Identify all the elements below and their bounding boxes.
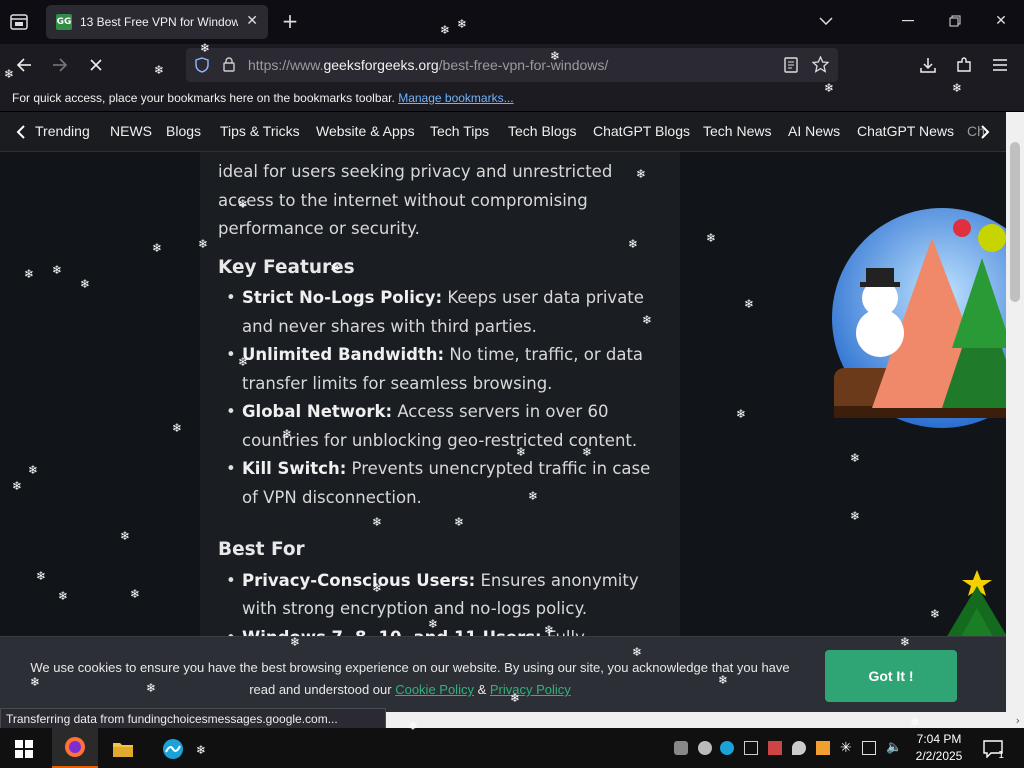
- feature-title: Global Network:: [242, 402, 393, 421]
- back-arrow-icon[interactable]: [13, 54, 35, 76]
- notification-count-badge: 1: [998, 750, 1005, 761]
- new-tab-button[interactable]: +: [280, 11, 300, 33]
- nav-item-tech-news[interactable]: Tech News: [703, 123, 771, 139]
- feature-title: Kill Switch:: [242, 459, 347, 478]
- notification-center-icon[interactable]: 1: [978, 732, 1008, 766]
- app-menu-hamburger-icon[interactable]: [989, 54, 1011, 76]
- stop-loading-icon[interactable]: [85, 54, 107, 76]
- cookie-amp: &: [477, 682, 487, 697]
- desktop: GG 13 Best Free VPN for Windows ✕ + ✕ ht…: [0, 0, 1024, 768]
- nav-item-tips-tricks[interactable]: Tips & Tricks: [220, 123, 300, 139]
- nav-item-tech-tips[interactable]: Tech Tips: [430, 123, 489, 139]
- extensions-puzzle-icon[interactable]: [953, 54, 975, 76]
- close-tab-icon[interactable]: ✕: [246, 13, 258, 29]
- list-item: Strict No-Logs Policy: Keeps user data p…: [218, 284, 668, 341]
- list-all-tabs-icon[interactable]: [816, 11, 836, 31]
- nav-item-news[interactable]: NEWS: [110, 123, 152, 139]
- best-for-title: Privacy-Conscious Users:: [242, 570, 476, 590]
- nav-item-chatgpt-news[interactable]: ChatGPT News: [857, 123, 954, 139]
- bookmark-star-icon[interactable]: [811, 55, 830, 77]
- url-text[interactable]: https://www.geeksforgeeks.org/best-free-…: [248, 57, 608, 73]
- restore-icon[interactable]: [945, 11, 965, 31]
- address-bar[interactable]: https://www.geeksforgeeks.org/best-free-…: [186, 48, 838, 82]
- best-for-heading: Best For: [218, 539, 305, 560]
- cookie-policy-link[interactable]: Cookie Policy: [395, 682, 474, 697]
- cookie-consent-banner: We use cookies to ensure you have the be…: [0, 636, 1006, 712]
- navigation-toolbar: https://www.geeksforgeeks.org/best-free-…: [0, 44, 1024, 86]
- downloads-icon[interactable]: [917, 54, 939, 76]
- list-item: Privacy-Conscious Users: Ensures anonymi…: [218, 567, 668, 624]
- nav-item-chatgpt-blogs[interactable]: ChatGPT Blogs: [593, 123, 690, 139]
- scrollbar-thumb[interactable]: [1010, 142, 1020, 302]
- scroll-right-chevron-icon[interactable]: [981, 124, 990, 143]
- tray-red-app-icon[interactable]: [768, 741, 782, 755]
- article-body: ideal for users seeking privacy and unre…: [200, 152, 680, 712]
- firefox-view-icon[interactable]: [8, 11, 30, 33]
- tray-bluetooth-icon[interactable]: ✳: [840, 741, 854, 755]
- cookie-message: We use cookies to ensure you have the be…: [20, 657, 800, 701]
- privacy-policy-link[interactable]: Privacy Policy: [490, 682, 571, 697]
- site-category-nav: Trending NEWS Blogs Tips & Tricks Websit…: [0, 112, 1006, 152]
- bookmarks-toolbar: For quick access, place your bookmarks h…: [0, 86, 1024, 112]
- clock-date: 2/2/2025: [915, 749, 963, 763]
- tracking-protection-shield-icon[interactable]: [195, 57, 209, 77]
- tab-active[interactable]: GG 13 Best Free VPN for Windows ✕: [46, 5, 268, 39]
- got-it-button[interactable]: Got It !: [825, 650, 957, 702]
- close-window-icon[interactable]: ✕: [991, 11, 1011, 31]
- tab-strip: GG 13 Best Free VPN for Windows ✕ + ✕: [0, 0, 1024, 44]
- nav-item-trending[interactable]: Trending: [35, 123, 90, 139]
- url-prefix: https://www.: [248, 57, 324, 73]
- intro-paragraph: ideal for users seeking privacy and unre…: [218, 162, 613, 238]
- manage-bookmarks-link[interactable]: Manage bookmarks...: [398, 91, 513, 105]
- tray-snow-icon[interactable]: [698, 741, 712, 755]
- scroll-right-arrow-icon[interactable]: ›: [1016, 714, 1020, 727]
- tray-orange-app-icon[interactable]: [816, 741, 830, 755]
- snow-globe-decoration: [832, 208, 1006, 448]
- url-host: geeksforgeeks.org: [323, 57, 439, 73]
- horizontal-scrollbar[interactable]: ›: [386, 712, 1024, 728]
- app-wave-icon[interactable]: [156, 732, 190, 766]
- status-bar: Transferring data from fundingchoicesmes…: [0, 708, 386, 730]
- nav-item-blogs[interactable]: Blogs: [166, 123, 201, 139]
- page-content: ideal for users seeking privacy and unre…: [0, 152, 1006, 712]
- feature-title: Strict No-Logs Policy:: [242, 288, 443, 307]
- reader-view-icon[interactable]: [784, 57, 798, 77]
- geeksforgeeks-favicon-icon: GG: [56, 14, 72, 30]
- list-item: Unlimited Bandwidth: No time, traffic, o…: [218, 341, 668, 398]
- tray-drop-icon[interactable]: [792, 741, 806, 755]
- feature-title: Unlimited Bandwidth:: [242, 345, 445, 364]
- vertical-scrollbar[interactable]: [1006, 112, 1024, 712]
- system-clock[interactable]: 7:04 PM 2/2/2025: [906, 731, 972, 765]
- bookmarks-hint-text: For quick access, place your bookmarks h…: [12, 91, 395, 105]
- list-item: Kill Switch: Prevents unencrypted traffi…: [218, 455, 668, 512]
- windows-taskbar: ✳ 🔈 7:04 PM 2/2/2025 1: [0, 728, 1024, 768]
- volume-icon[interactable]: 🔈: [886, 741, 902, 755]
- tray-app-icon[interactable]: [720, 741, 734, 755]
- url-path: /best-free-vpn-for-windows/: [438, 57, 609, 73]
- clock-time: 7:04 PM: [916, 732, 962, 746]
- network-icon[interactable]: [862, 741, 876, 755]
- key-features-heading: Key Features: [218, 256, 355, 278]
- nav-item-website-apps[interactable]: Website & Apps: [316, 123, 415, 139]
- nav-item-ai-news[interactable]: AI News: [788, 123, 840, 139]
- list-item: Global Network: Access servers in over 6…: [218, 398, 668, 455]
- firefox-taskbar-icon[interactable]: [52, 728, 98, 768]
- scroll-left-chevron-icon[interactable]: [16, 124, 25, 143]
- key-features-list: Strict No-Logs Policy: Keeps user data p…: [218, 284, 668, 512]
- lock-icon[interactable]: [223, 57, 235, 76]
- tray-shield-icon[interactable]: [674, 741, 688, 755]
- file-explorer-icon[interactable]: [106, 732, 140, 766]
- tab-title: 13 Best Free VPN for Windows: [80, 15, 238, 29]
- minimize-icon[interactable]: [898, 11, 918, 31]
- tray-screen-icon[interactable]: [744, 741, 758, 755]
- forward-arrow-icon[interactable]: [49, 54, 71, 76]
- windows-start-icon[interactable]: [7, 732, 41, 766]
- nav-item-tech-blogs[interactable]: Tech Blogs: [508, 123, 576, 139]
